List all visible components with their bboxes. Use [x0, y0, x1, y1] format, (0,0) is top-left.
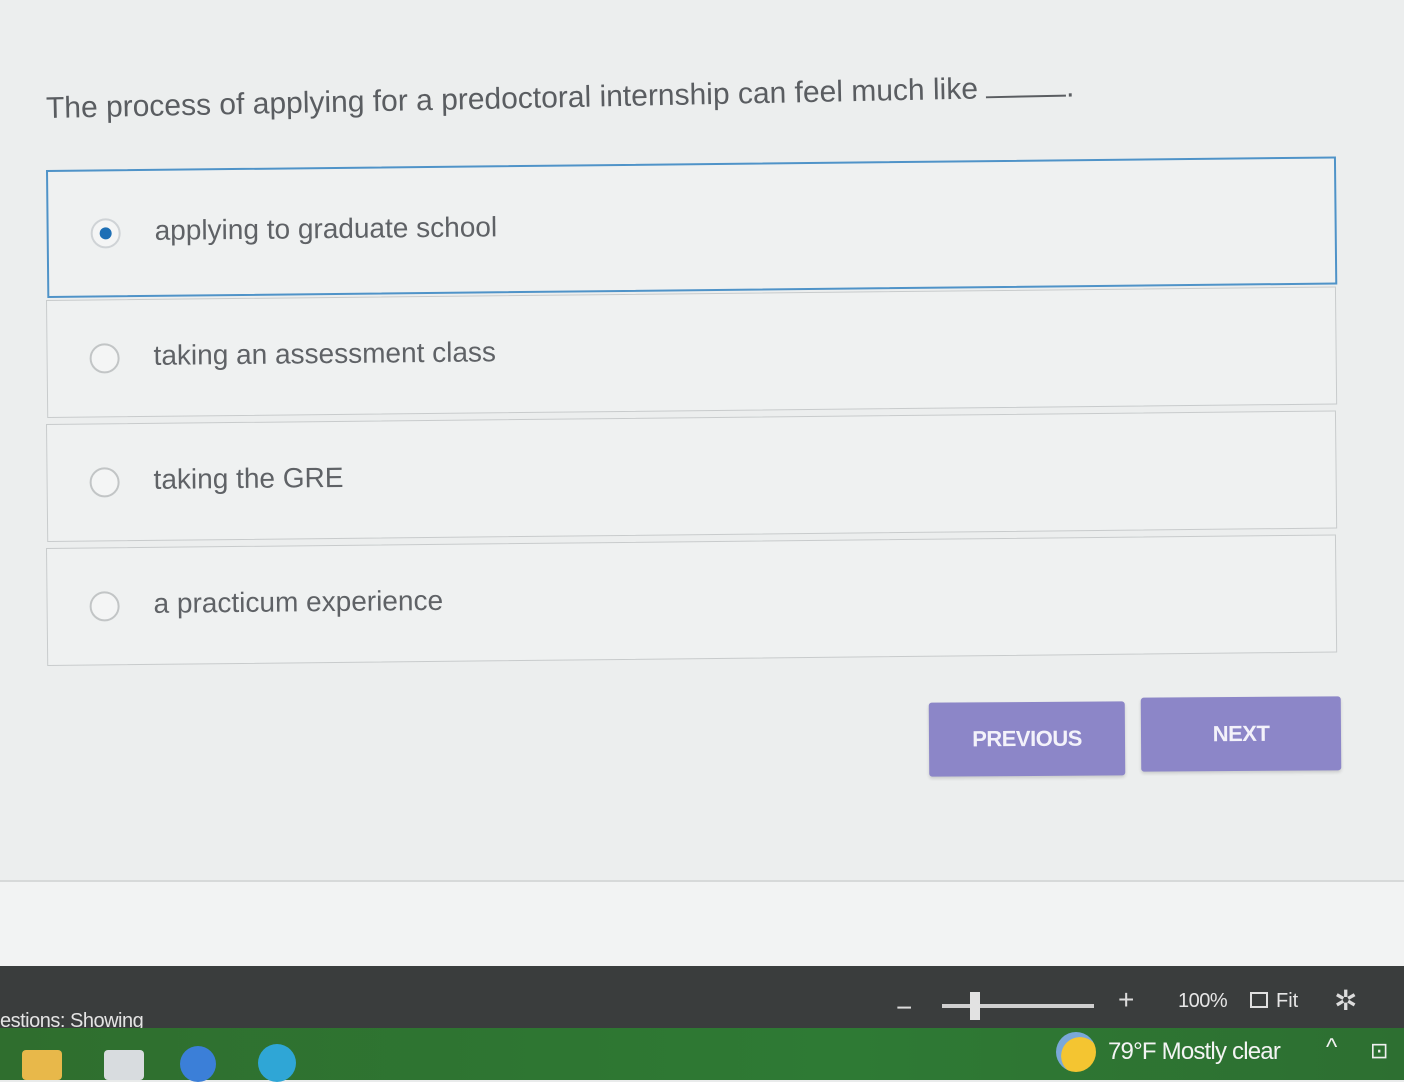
store-icon[interactable]	[104, 1050, 144, 1080]
answer-options: applying to graduate school taking an as…	[46, 156, 1338, 672]
radio-button-selected[interactable]	[90, 218, 121, 249]
answer-option-label: taking the GRE	[153, 461, 344, 495]
previous-button[interactable]: PREVIOUS	[928, 701, 1126, 777]
answer-option-1[interactable]: applying to graduate school	[46, 156, 1338, 298]
answer-option-label: applying to graduate school	[154, 211, 498, 246]
quiz-page: The process of applying for a predoctora…	[0, 0, 1404, 890]
brightness-icon[interactable]: ✲	[1334, 984, 1357, 1017]
zoom-slider[interactable]	[942, 1004, 1094, 1008]
zoom-out-icon[interactable]: −	[896, 992, 912, 1024]
answer-option-label: taking an assessment class	[153, 336, 497, 371]
zoom-slider-thumb[interactable]	[970, 992, 980, 1020]
answer-option-2[interactable]: taking an assessment class	[46, 286, 1338, 418]
fit-label[interactable]: Fit	[1276, 990, 1298, 1013]
file-explorer-icon[interactable]	[22, 1050, 62, 1080]
radio-button[interactable]	[89, 591, 120, 622]
zoom-percentage[interactable]: 100%	[1178, 990, 1228, 1013]
radio-button[interactable]	[89, 343, 120, 374]
edge-browser-icon[interactable]	[258, 1044, 296, 1082]
media-player-icon[interactable]	[180, 1046, 216, 1082]
fit-page-icon[interactable]	[1250, 992, 1268, 1008]
answer-option-3[interactable]: taking the GRE	[46, 410, 1338, 542]
lower-panel	[0, 882, 1404, 968]
radio-button[interactable]	[89, 467, 120, 498]
status-bar: estions: Showing − + 100% Fit ✲	[0, 966, 1404, 1032]
answer-option-4[interactable]: a practicum experience	[46, 534, 1338, 666]
question-text: The process of applying for a predoctora…	[46, 67, 1246, 126]
tray-app-icon[interactable]: ⊡	[1370, 1038, 1388, 1064]
question-suffix: .	[1065, 70, 1075, 104]
next-button[interactable]: NEXT	[1140, 696, 1342, 772]
zoom-in-icon[interactable]: +	[1118, 984, 1134, 1016]
answer-blank	[986, 94, 1067, 99]
taskbar: 79°F Mostly clear ^ ⊡	[0, 1028, 1404, 1082]
radio-selected-dot	[99, 227, 112, 240]
answer-option-label: a practicum experience	[153, 584, 444, 619]
question-stem: The process of applying for a predoctora…	[45, 72, 979, 125]
weather-icon[interactable]	[1056, 1032, 1096, 1072]
chevron-up-icon[interactable]: ^	[1326, 1034, 1337, 1062]
weather-status[interactable]: 79°F Mostly clear	[1108, 1038, 1281, 1066]
